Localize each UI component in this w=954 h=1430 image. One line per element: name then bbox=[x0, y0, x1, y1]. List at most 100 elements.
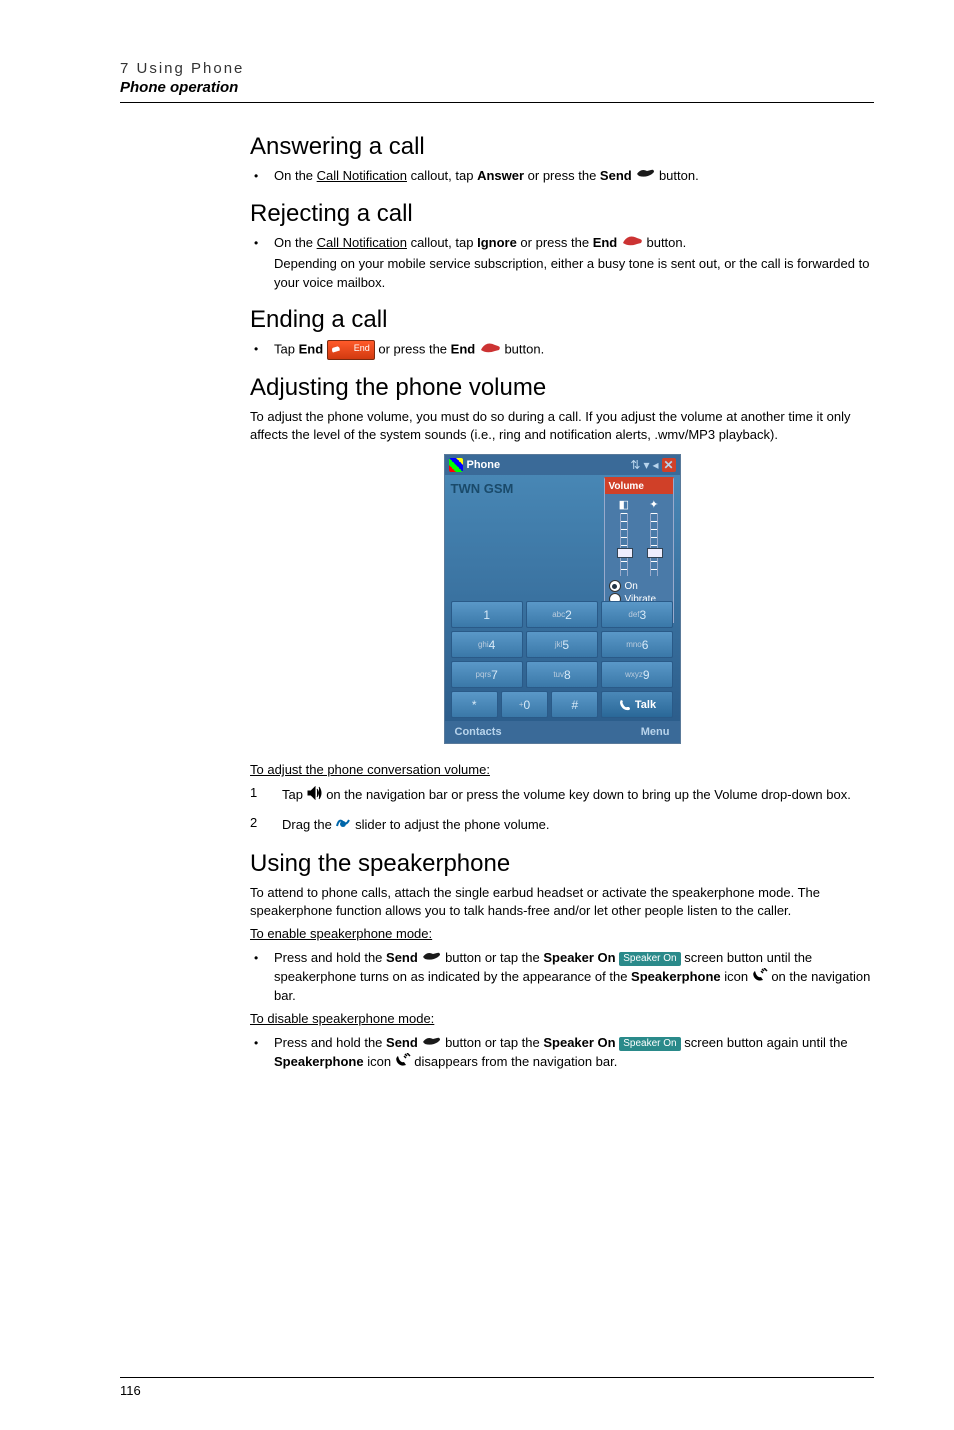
page-header: 7 Using Phone Phone operation bbox=[120, 60, 874, 96]
label-send: Send bbox=[386, 1035, 418, 1050]
ss-status-icons: ⇅ ▾ ◂ ✕ bbox=[630, 458, 675, 472]
label-end: End bbox=[593, 235, 618, 250]
key-3[interactable]: def3 bbox=[601, 601, 673, 628]
speaker-on-chip: Speaker On bbox=[619, 952, 680, 966]
label-speaker-on: Speaker On bbox=[543, 950, 615, 965]
dialpad: 1 abc2 def3 ghi4 jkl5 mno6 pqrs7 tuv8 wx… bbox=[451, 601, 674, 721]
start-flag-icon[interactable] bbox=[449, 458, 463, 472]
text: disappears from the navigation bar. bbox=[411, 1054, 618, 1069]
key-6[interactable]: mno6 bbox=[601, 631, 673, 658]
speakerphone-icon bbox=[752, 968, 768, 987]
label-end: End bbox=[451, 341, 476, 356]
label-send: Send bbox=[600, 168, 632, 183]
label-speaker-on: Speaker On bbox=[543, 1035, 615, 1050]
header-rule bbox=[120, 102, 874, 103]
text: On the bbox=[274, 235, 317, 250]
volume-paragraph: To adjust the phone volume, you must do … bbox=[250, 408, 874, 444]
label-ignore: Ignore bbox=[477, 235, 517, 250]
label-end: End bbox=[299, 341, 324, 356]
send-icon bbox=[421, 950, 441, 968]
heading-rejecting: Rejecting a call bbox=[250, 200, 874, 228]
text: callout, tap bbox=[407, 235, 477, 250]
bullet-disable: • Press and hold the Send button or tap … bbox=[254, 1034, 874, 1072]
device-volume-slider[interactable] bbox=[620, 513, 628, 576]
end-icon bbox=[479, 341, 501, 359]
text: button. bbox=[501, 341, 544, 356]
step-1: 1 Tap on the navigation bar or press the… bbox=[250, 785, 874, 805]
close-icon[interactable]: ✕ bbox=[662, 458, 676, 472]
bullet-enable: • Press and hold the Send button or tap … bbox=[254, 949, 874, 1005]
text: or press the bbox=[517, 235, 593, 250]
bullet-text: On the Call Notification callout, tap An… bbox=[274, 167, 874, 186]
bullet-marker: • bbox=[254, 234, 274, 292]
text: on the navigation bar or press the volum… bbox=[323, 787, 851, 802]
link-call-notification: Call Notification bbox=[317, 235, 407, 250]
key-star[interactable]: * bbox=[451, 691, 498, 718]
note-text: Depending on your mobile service subscri… bbox=[274, 255, 874, 291]
text: callout, tap bbox=[407, 168, 477, 183]
ss-softkey-bar: Contacts Menu bbox=[445, 721, 680, 743]
key-2[interactable]: abc2 bbox=[526, 601, 598, 628]
key-0[interactable]: +0 bbox=[501, 691, 548, 718]
text: button or tap the bbox=[441, 950, 543, 965]
text: or press the bbox=[378, 341, 450, 356]
text: button. bbox=[655, 168, 698, 183]
bullet-text: Tap End or press the End button. bbox=[274, 340, 874, 360]
bullet-marker: • bbox=[254, 340, 274, 360]
connectivity-icon[interactable]: ⇅ bbox=[630, 458, 640, 472]
speakerphone-paragraph: To attend to phone calls, attach the sin… bbox=[250, 884, 874, 920]
label-speakerphone: Speakerphone bbox=[631, 969, 721, 984]
bullet-text: Press and hold the Send button or tap th… bbox=[274, 949, 874, 1005]
label-answer: Answer bbox=[477, 168, 524, 183]
heading-answering: Answering a call bbox=[250, 133, 874, 161]
step-text: Tap on the navigation bar or press the v… bbox=[282, 785, 874, 805]
label-speakerphone: Speakerphone bbox=[274, 1054, 364, 1069]
radio-on[interactable]: On bbox=[609, 580, 669, 592]
volume-panel-title: Volume bbox=[605, 479, 673, 494]
speaker-on-chip: Speaker On bbox=[619, 1037, 680, 1051]
phone-volume-icon: ✦ bbox=[649, 498, 658, 511]
phone-screenshot: Phone ⇅ ▾ ◂ ✕ TWN GSM Volume ◧ bbox=[444, 454, 681, 744]
content-area: Answering a call • On the Call Notificat… bbox=[250, 133, 874, 1072]
text: screen button again until the bbox=[681, 1035, 848, 1050]
softkey-contacts[interactable]: Contacts bbox=[455, 726, 502, 738]
step-number: 1 bbox=[250, 785, 282, 805]
end-icon bbox=[621, 234, 643, 252]
key-9[interactable]: wxyz9 bbox=[601, 661, 673, 688]
signal-icon[interactable]: ▾ bbox=[643, 458, 649, 472]
text: Tap bbox=[282, 787, 307, 802]
sound-icon bbox=[307, 786, 323, 806]
text: Press and hold the bbox=[274, 950, 386, 965]
device-volume-icon: ◧ bbox=[619, 498, 629, 511]
bullet-answering: • On the Call Notification callout, tap … bbox=[254, 167, 874, 186]
key-8[interactable]: tuv8 bbox=[526, 661, 598, 688]
text: icon bbox=[364, 1054, 395, 1069]
bullet-ending: • Tap End or press the End button. bbox=[254, 340, 874, 360]
key-1[interactable]: 1 bbox=[451, 601, 523, 628]
ss-title: Phone bbox=[467, 459, 627, 471]
footer-rule bbox=[120, 1377, 874, 1378]
subhead-disable-speakerphone: To disable speakerphone mode: bbox=[250, 1011, 874, 1026]
bullet-marker: • bbox=[254, 1034, 274, 1072]
text: slider to adjust the phone volume. bbox=[351, 817, 549, 832]
text: Tap bbox=[274, 341, 299, 356]
text: or press the bbox=[524, 168, 600, 183]
volume-icon[interactable]: ◂ bbox=[652, 458, 658, 472]
ss-titlebar: Phone ⇅ ▾ ◂ ✕ bbox=[445, 455, 680, 475]
heading-ending: Ending a call bbox=[250, 306, 874, 334]
chapter-title: 7 Using Phone bbox=[120, 60, 874, 77]
text: On the bbox=[274, 168, 317, 183]
phone-volume-slider[interactable] bbox=[650, 513, 658, 576]
softkey-menu[interactable]: Menu bbox=[641, 726, 670, 738]
bullet-text: On the Call Notification callout, tap Ig… bbox=[274, 234, 874, 292]
talk-button[interactable]: Talk bbox=[601, 691, 673, 718]
bullet-marker: • bbox=[254, 167, 274, 186]
bullet-text: Press and hold the Send button or tap th… bbox=[274, 1034, 874, 1072]
key-7[interactable]: pqrs7 bbox=[451, 661, 523, 688]
key-4[interactable]: ghi4 bbox=[451, 631, 523, 658]
bullet-marker: • bbox=[254, 949, 274, 1005]
key-hash[interactable]: # bbox=[551, 691, 598, 718]
key-5[interactable]: jkl5 bbox=[526, 631, 598, 658]
section-title: Phone operation bbox=[120, 79, 874, 96]
bullet-rejecting: • On the Call Notification callout, tap … bbox=[254, 234, 874, 292]
